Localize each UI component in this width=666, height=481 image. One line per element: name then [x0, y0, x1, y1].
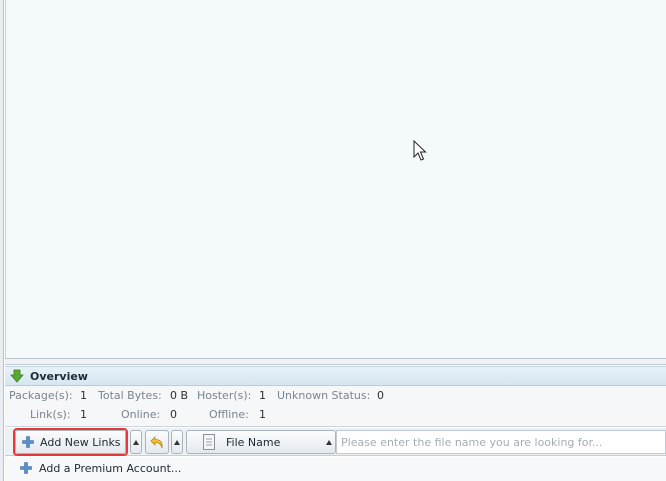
- packages-value: 1: [80, 389, 87, 402]
- search-column-label: File Name: [226, 436, 281, 449]
- overview-panel: Overview Package(s): 1 Total Bytes: 0 B …: [5, 365, 666, 427]
- add-links-dropdown[interactable]: [130, 430, 142, 454]
- total-bytes-value: 0 B: [170, 389, 189, 402]
- unknown-status-value: 0: [377, 389, 384, 402]
- overview-title: Overview: [30, 370, 88, 383]
- link-list-area[interactable]: [5, 0, 666, 359]
- arrow-up-icon: [326, 440, 332, 445]
- online-value: 0: [170, 408, 177, 421]
- undo-dropdown[interactable]: [171, 430, 183, 454]
- hosters-value: 1: [259, 389, 266, 402]
- mouse-pointer-icon: [413, 140, 427, 161]
- undo-button[interactable]: [145, 430, 169, 454]
- highlight-box: [13, 428, 128, 456]
- add-premium-account-button[interactable]: Add a Premium Account...: [5, 457, 666, 481]
- arrow-up-icon: [133, 440, 139, 445]
- search-column-select[interactable]: File Name: [186, 430, 336, 454]
- hosters-label: Hoster(s):: [197, 389, 252, 402]
- file-icon: [203, 434, 215, 450]
- total-bytes-label: Total Bytes:: [98, 389, 162, 402]
- search-input[interactable]: [336, 430, 666, 454]
- links-label: Link(s):: [30, 408, 71, 421]
- unknown-status-label: Unknown Status:: [277, 389, 371, 402]
- packages-label: Package(s):: [9, 389, 73, 402]
- offline-value: 1: [259, 408, 266, 421]
- window-left-edge: [0, 0, 4, 481]
- download-arrow-icon: [10, 369, 24, 383]
- bottom-toolbar: Add New Links File Name: [5, 428, 666, 456]
- arrow-up-icon: [174, 440, 180, 445]
- links-value: 1: [80, 408, 87, 421]
- add-premium-account-label: Add a Premium Account...: [39, 462, 182, 475]
- plus-icon: [20, 462, 32, 474]
- overview-header[interactable]: Overview: [5, 366, 666, 386]
- online-label: Online:: [121, 408, 161, 421]
- offline-label: Offline:: [209, 408, 249, 421]
- undo-icon: [150, 436, 163, 449]
